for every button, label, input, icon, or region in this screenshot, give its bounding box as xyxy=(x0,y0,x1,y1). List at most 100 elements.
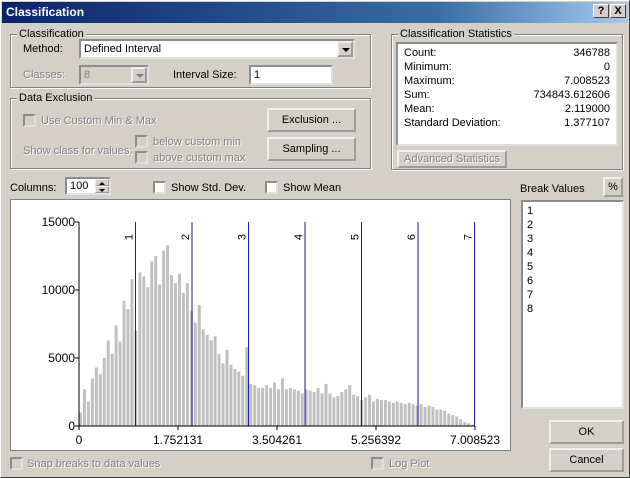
histogram-bar xyxy=(411,404,415,426)
histogram-bar xyxy=(316,387,320,426)
histogram-bar xyxy=(292,389,296,426)
stat-row: Count: 346788 xyxy=(404,47,610,59)
break-values-list[interactable]: 1 2 3 4 5 6 7 8 xyxy=(521,200,624,409)
histogram-chart[interactable]: 1 2 3 4 5 6 7 0 5000 10000 15000 0 1.752131 3.504261 5… xyxy=(11,200,510,450)
stat-row: Minimum: 0 xyxy=(404,61,610,73)
histogram-bar xyxy=(395,401,399,426)
break-label: 5 xyxy=(350,234,362,240)
snap-breaks-label: Snap breaks to data values xyxy=(27,458,161,470)
use-custom-checkbox[interactable] xyxy=(23,114,36,127)
histogram-bar xyxy=(451,415,455,426)
method-value: Defined Interval xyxy=(84,43,162,55)
below-custom-min-label: below custom min xyxy=(153,136,242,148)
ok-button[interactable]: OK xyxy=(549,420,624,444)
histogram-bar xyxy=(273,382,276,426)
histogram-bar xyxy=(340,392,344,426)
list-item[interactable]: 4 xyxy=(527,246,618,260)
above-custom-max-label: above custom max xyxy=(153,152,246,164)
show-mean-checkbox[interactable] xyxy=(265,181,278,194)
histogram-bar xyxy=(178,273,181,426)
close-button[interactable]: X xyxy=(610,4,626,18)
histogram-bar xyxy=(221,363,225,426)
histogram-bar xyxy=(146,287,150,426)
x-tick-label: 7.008523 xyxy=(450,433,500,447)
histogram-bar xyxy=(253,385,257,426)
histogram-bar xyxy=(213,336,217,426)
histogram-bar xyxy=(372,401,375,426)
classification-group-title: Classification xyxy=(17,27,86,41)
histogram-bar xyxy=(391,402,395,426)
advanced-statistics-button[interactable]: Advanced Statistics xyxy=(397,150,507,168)
histogram-panel[interactable]: 1 2 3 4 5 6 7 0 5000 10000 15000 0 1.752131 3.504261 5… xyxy=(10,199,511,451)
spin-down-icon[interactable] xyxy=(95,186,109,193)
histogram-bar xyxy=(427,405,431,426)
histogram-bar xyxy=(336,396,340,426)
chevron-down-icon[interactable] xyxy=(131,67,147,83)
histogram-bar xyxy=(86,401,90,426)
snap-breaks-checkbox[interactable] xyxy=(10,457,23,470)
list-item[interactable]: 2 xyxy=(527,218,618,232)
histogram-bar xyxy=(94,367,98,426)
y-tick-label: 15000 xyxy=(42,215,76,229)
chevron-down-icon[interactable] xyxy=(337,41,353,57)
interval-size-input[interactable]: 1 xyxy=(249,65,333,85)
y-tick-label: 10000 xyxy=(42,283,76,297)
histogram-bar xyxy=(277,389,280,426)
classes-value: 8 xyxy=(84,69,91,81)
method-select[interactable]: Defined Interval xyxy=(79,39,355,59)
list-item[interactable]: 6 xyxy=(527,274,618,288)
histogram-bar xyxy=(193,322,197,426)
help-button[interactable]: ? xyxy=(593,4,609,18)
histogram-bar xyxy=(407,402,411,426)
histogram-bar xyxy=(459,419,463,426)
log-plot-label: Log Plot xyxy=(389,458,430,470)
list-item[interactable]: 3 xyxy=(527,232,618,246)
columns-label: Columns: xyxy=(10,182,57,194)
histogram-bar xyxy=(241,375,245,426)
histogram-bar xyxy=(403,404,407,426)
histogram-bar xyxy=(423,406,427,426)
histogram-bar xyxy=(455,416,459,426)
show-mean-label: Show Mean xyxy=(283,182,342,194)
percent-button[interactable]: % xyxy=(603,177,623,197)
columns-value: 100 xyxy=(70,180,89,192)
show-std-dev-checkbox[interactable] xyxy=(153,181,166,194)
histogram-bar xyxy=(431,406,435,426)
histogram-bar xyxy=(162,250,166,426)
histogram-bar xyxy=(257,387,261,426)
spin-up-icon[interactable] xyxy=(95,179,109,186)
columns-spinner[interactable]: 100 xyxy=(65,177,111,195)
histogram-bar xyxy=(209,340,213,426)
histogram-bar xyxy=(130,279,134,426)
show-class-label: Show class for values: xyxy=(23,145,133,157)
break-label: 7 xyxy=(463,234,475,240)
histogram-bar xyxy=(90,378,94,426)
x-tick-label: 0 xyxy=(76,433,83,447)
list-item[interactable]: 5 xyxy=(527,260,618,274)
list-item[interactable]: 7 xyxy=(527,288,618,302)
log-plot-checkbox[interactable] xyxy=(371,457,384,470)
cancel-button[interactable]: Cancel xyxy=(549,448,624,472)
histogram-bar xyxy=(217,353,221,426)
break-label: 1 xyxy=(124,234,136,240)
list-item[interactable]: 8 xyxy=(527,302,618,316)
classification-dialog: Classification ? X Classification Method… xyxy=(0,0,630,478)
histogram-bar xyxy=(174,283,177,426)
below-custom-min-checkbox[interactable] xyxy=(135,135,148,148)
histogram-bar xyxy=(98,374,102,426)
above-custom-max-checkbox[interactable] xyxy=(135,151,148,164)
histogram-bar xyxy=(280,378,284,426)
data-exclusion-group-title: Data Exclusion xyxy=(17,91,95,105)
break-label: 4 xyxy=(293,234,305,240)
exclusion-button[interactable]: Exclusion ... xyxy=(267,108,356,132)
histogram-bar xyxy=(379,400,383,426)
histogram-bar xyxy=(225,349,229,426)
sampling-button[interactable]: Sampling ... xyxy=(267,137,356,161)
histogram-bar xyxy=(332,397,336,426)
break-label: 3 xyxy=(237,234,249,240)
classes-select[interactable]: 8 xyxy=(79,65,149,85)
list-item[interactable]: 1 xyxy=(527,204,618,218)
x-tick-label: 5.256392 xyxy=(351,433,401,447)
y-tick-label: 5000 xyxy=(48,351,75,365)
histogram-bar xyxy=(166,245,170,426)
